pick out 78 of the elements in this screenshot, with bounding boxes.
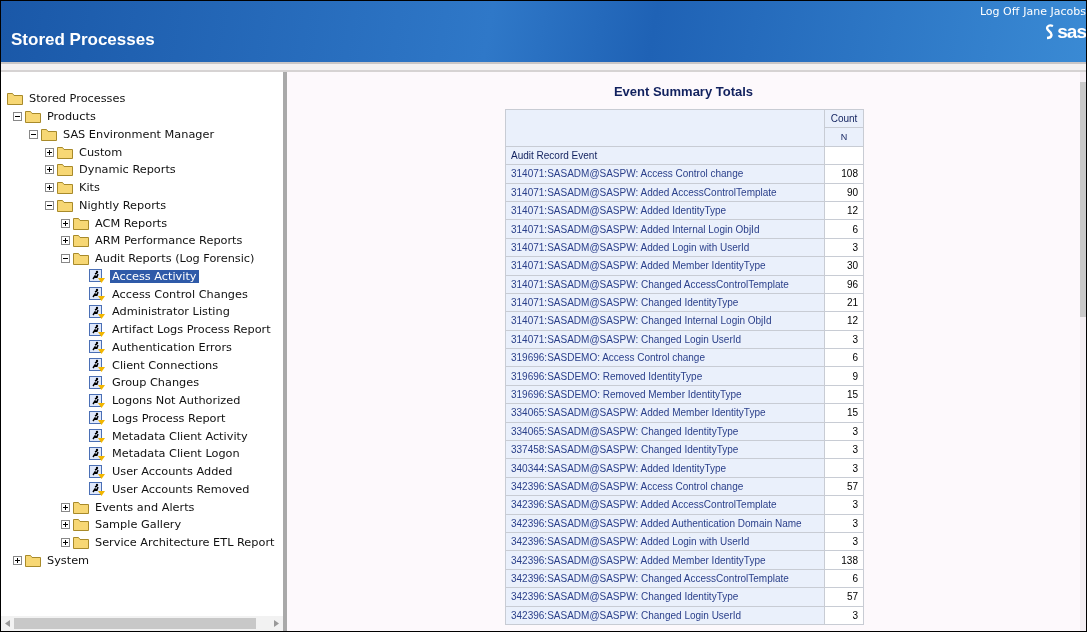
tree-item[interactable]: Service Architecture ETL Report: [93, 536, 277, 550]
tree-item[interactable]: Metadata Client Activity: [110, 429, 250, 443]
tree-item[interactable]: Dynamic Reports: [77, 163, 178, 177]
expander-icon[interactable]: [12, 555, 22, 565]
folder-icon: [7, 92, 23, 106]
expander-icon[interactable]: [44, 165, 54, 175]
scroll-right-icon[interactable]: [274, 620, 279, 627]
stored-process-icon: [89, 392, 106, 409]
scroll-left-icon[interactable]: [5, 620, 10, 627]
stored-process-icon: [89, 481, 106, 498]
folder-icon: [25, 110, 41, 124]
stored-process-icon: [89, 339, 106, 356]
table-cell: 108: [824, 164, 864, 184]
stored-process-icon: [89, 374, 106, 391]
expander-icon[interactable]: [60, 254, 70, 264]
column-header: Count: [824, 109, 864, 128]
folder-icon: [57, 181, 73, 195]
expander-icon[interactable]: [60, 218, 70, 228]
tree-item[interactable]: Sample Gallery: [93, 518, 184, 532]
tree-item[interactable]: Events and Alerts: [93, 500, 197, 514]
folder-icon: [57, 145, 73, 159]
stored-process-icon: [89, 268, 106, 285]
tree-item[interactable]: Authentication Errors: [110, 340, 234, 354]
expander-icon[interactable]: [44, 183, 54, 193]
folder-icon: [25, 553, 41, 567]
stored-process-icon: [89, 445, 106, 462]
tree-item[interactable]: Client Connections: [110, 358, 221, 372]
stored-process-icon: [89, 410, 106, 427]
tree-item[interactable]: Stored Processes: [27, 92, 128, 106]
tree-item[interactable]: Artifact Logs Process Report: [110, 323, 273, 337]
folder-icon: [73, 234, 89, 248]
stored-process-icon: [89, 357, 106, 374]
user-name: Jane Jacobs: [1023, 5, 1086, 18]
tree-item[interactable]: Access Activity: [110, 269, 199, 283]
expander-icon[interactable]: [28, 129, 38, 139]
stored-process-icon: [89, 321, 106, 338]
expander-icon[interactable]: [12, 112, 22, 122]
folder-icon: [73, 216, 89, 230]
tree-item[interactable]: ARM Performance Reports: [93, 234, 245, 248]
folder-icon: [57, 163, 73, 177]
tree-item[interactable]: Audit Reports (Log Forensic): [93, 252, 257, 266]
report-title: Event Summary Totals: [612, 84, 755, 99]
tree-item[interactable]: ACM Reports: [93, 216, 170, 230]
stored-process-icon: [89, 303, 106, 320]
folder-icon: [41, 127, 57, 141]
tree-item[interactable]: Logons Not Authorized: [110, 394, 243, 408]
folder-icon: [73, 518, 89, 532]
expander-icon[interactable]: [60, 520, 70, 530]
tree-item[interactable]: Nightly Reports: [77, 198, 169, 212]
tree-item[interactable]: Group Changes: [110, 376, 202, 390]
tree-item[interactable]: Administrator Listing: [110, 305, 232, 319]
vertical-scrollbar[interactable]: [1080, 72, 1086, 631]
stored-process-icon: [89, 286, 106, 303]
tree-item[interactable]: Custom: [77, 145, 125, 159]
expander-icon[interactable]: [60, 502, 70, 512]
tree-item[interactable]: Access Control Changes: [110, 287, 250, 301]
stored-process-icon: [89, 463, 106, 480]
folder-icon: [57, 198, 73, 212]
expander-icon[interactable]: [60, 236, 70, 246]
horizontal-scrollbar[interactable]: [1, 616, 283, 631]
tree-item[interactable]: Products: [45, 110, 98, 124]
logo-text: sas: [1057, 21, 1086, 43]
folder-icon: [73, 500, 89, 514]
tree-item[interactable]: Logs Process Report: [110, 411, 228, 425]
stored-process-icon: [89, 428, 106, 445]
tree-item[interactable]: SAS Environment Manager: [61, 127, 217, 141]
folder-icon: [73, 536, 89, 550]
log-off-link[interactable]: Log Off: [979, 5, 1020, 18]
tree-item[interactable]: Kits: [77, 181, 102, 195]
expander-icon[interactable]: [44, 147, 54, 157]
expander-icon[interactable]: [60, 538, 70, 548]
tree-item[interactable]: User Accounts Removed: [110, 482, 252, 496]
expander-icon[interactable]: [44, 200, 54, 210]
app-title: Stored Processes: [10, 30, 155, 51]
tree-item[interactable]: Metadata Client Logon: [110, 447, 242, 461]
tree-item[interactable]: System: [45, 553, 92, 567]
folder-icon: [73, 252, 89, 266]
tree-item[interactable]: User Accounts Added: [110, 465, 235, 479]
